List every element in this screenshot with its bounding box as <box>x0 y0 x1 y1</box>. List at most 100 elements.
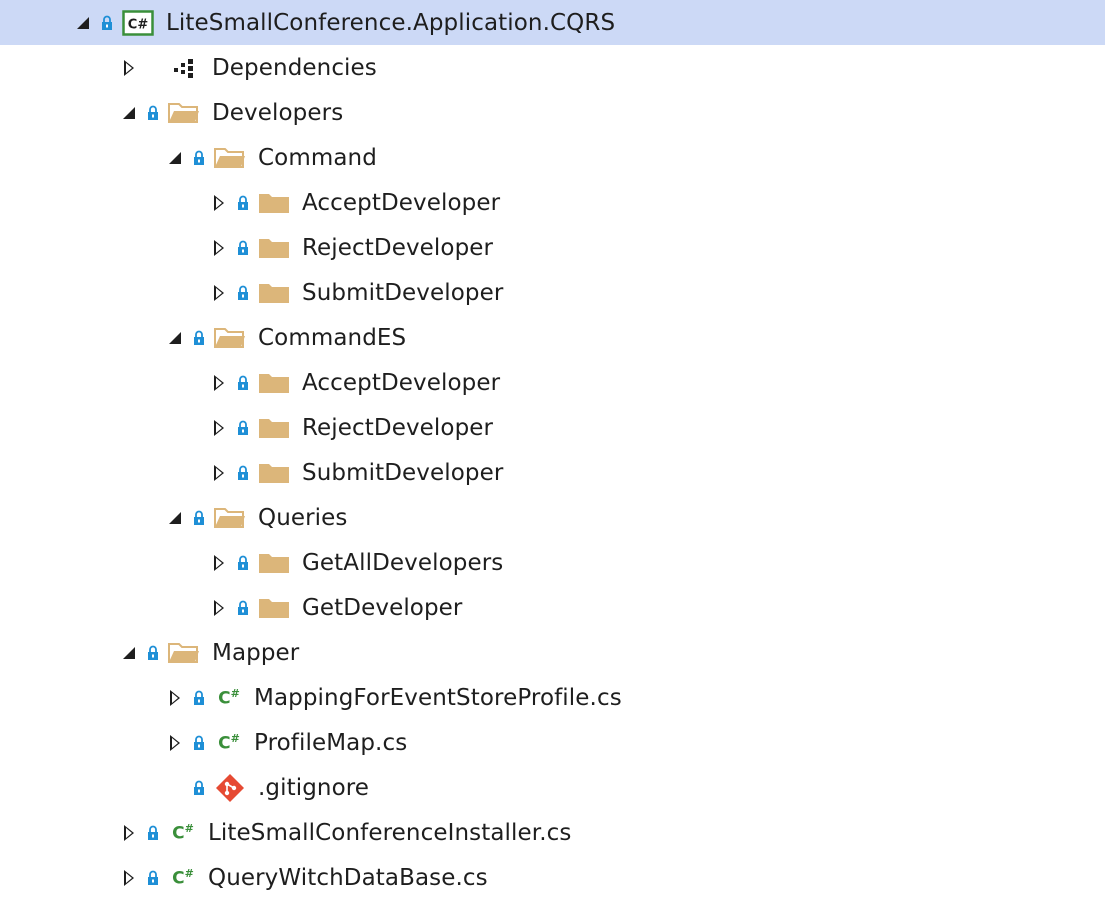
lock-icon <box>146 630 160 675</box>
tree-item[interactable]: CommandES <box>0 315 1105 360</box>
collapsed-arrow-icon[interactable] <box>208 180 230 225</box>
collapsed-arrow-icon[interactable] <box>208 450 230 495</box>
folder-icon <box>258 360 290 405</box>
csharp-file-icon: C# <box>218 731 240 754</box>
collapsed-arrow-icon[interactable] <box>118 45 140 90</box>
tree-item-label: LiteSmallConference.Application.CQRS <box>166 9 616 36</box>
lock-icon <box>192 315 206 360</box>
tree-item-label: SubmitDeveloper <box>302 459 504 486</box>
expanded-arrow-icon[interactable] <box>118 90 140 135</box>
tree-item[interactable]: Command <box>0 135 1105 180</box>
solution-explorer-tree: C# LiteSmallConference.Application.CQRS De… <box>0 0 1105 900</box>
lock-icon <box>236 360 250 405</box>
collapsed-arrow-icon[interactable] <box>118 810 140 855</box>
tree-item[interactable]: .gitignore <box>0 765 1105 810</box>
collapsed-arrow-icon[interactable] <box>208 585 230 630</box>
expanded-arrow-icon[interactable] <box>164 135 186 180</box>
expanded-arrow-icon[interactable] <box>164 315 186 360</box>
tree-item-label: RejectDeveloper <box>302 234 494 261</box>
tree-item[interactable]: Developers <box>0 90 1105 135</box>
tree-item-label: RejectDeveloper <box>302 414 494 441</box>
tree-item[interactable]: Queries <box>0 495 1105 540</box>
tree-item-label: QueryWitchDataBase.cs <box>208 864 488 891</box>
tree-item-label: .gitignore <box>258 774 370 801</box>
tree-item-label: AcceptDeveloper <box>302 369 501 396</box>
tree-item-label: Queries <box>258 504 348 531</box>
tree-item[interactable]: C# LiteSmallConferenceInstaller.cs <box>0 810 1105 855</box>
folder-icon <box>258 225 290 270</box>
tree-item-label: GetDeveloper <box>302 594 463 621</box>
tree-item[interactable]: RejectDeveloper <box>0 225 1105 270</box>
collapsed-arrow-icon[interactable] <box>208 540 230 585</box>
lock-icon <box>192 495 206 540</box>
tree-item[interactable]: Mapper <box>0 630 1105 675</box>
collapsed-arrow-icon[interactable] <box>208 270 230 315</box>
folder-icon <box>258 180 290 225</box>
expanded-arrow-icon[interactable] <box>164 495 186 540</box>
tree-item-label: AcceptDeveloper <box>302 189 501 216</box>
dependencies-icon <box>168 45 200 90</box>
tree-item[interactable]: AcceptDeveloper <box>0 360 1105 405</box>
tree-item-label: LiteSmallConferenceInstaller.cs <box>208 819 572 846</box>
collapsed-arrow-icon[interactable] <box>208 360 230 405</box>
tree-item-label: Command <box>258 144 377 171</box>
folder-open-icon <box>214 315 246 360</box>
folder-icon <box>258 270 290 315</box>
folder-icon <box>258 585 290 630</box>
lock-placeholder <box>146 45 160 90</box>
tree-item-label: ProfileMap.cs <box>254 729 408 756</box>
tree-item-label: Dependencies <box>212 54 377 81</box>
lock-icon <box>236 585 250 630</box>
expanded-arrow-icon[interactable] <box>118 630 140 675</box>
folder-open-icon <box>214 495 246 540</box>
lock-icon <box>146 855 160 900</box>
tree-item[interactable]: GetDeveloper <box>0 585 1105 630</box>
lock-icon <box>192 135 206 180</box>
tree-item[interactable]: C# LiteSmallConference.Application.CQRS <box>0 0 1105 45</box>
collapsed-arrow-icon[interactable] <box>208 405 230 450</box>
svg-text:C#: C# <box>128 17 149 32</box>
folder-open-icon <box>168 90 200 135</box>
csharp-file-icon: C# <box>218 686 240 709</box>
collapsed-arrow-icon[interactable] <box>118 855 140 900</box>
tree-item-label: Developers <box>212 99 344 126</box>
tree-item[interactable]: SubmitDeveloper <box>0 450 1105 495</box>
lock-icon <box>236 180 250 225</box>
lock-icon <box>236 225 250 270</box>
collapsed-arrow-icon[interactable] <box>164 720 186 765</box>
tree-item[interactable]: Dependencies <box>0 45 1105 90</box>
tree-item-label: CommandES <box>258 324 407 351</box>
tree-item[interactable]: C# QueryWitchDataBase.cs <box>0 855 1105 900</box>
tree-item[interactable]: C# MappingForEventStoreProfile.cs <box>0 675 1105 720</box>
lock-icon <box>100 0 114 45</box>
folder-icon <box>258 405 290 450</box>
folder-icon <box>258 540 290 585</box>
lock-icon <box>192 720 206 765</box>
expander-placeholder <box>164 765 186 810</box>
tree-item-label: GetAllDevelopers <box>302 549 504 576</box>
lock-icon <box>236 270 250 315</box>
tree-item[interactable]: SubmitDeveloper <box>0 270 1105 315</box>
tree-item[interactable]: AcceptDeveloper <box>0 180 1105 225</box>
folder-icon <box>258 450 290 495</box>
collapsed-arrow-icon[interactable] <box>208 225 230 270</box>
git-icon <box>214 765 246 810</box>
lock-icon <box>146 90 160 135</box>
tree-item[interactable]: RejectDeveloper <box>0 405 1105 450</box>
tree-item-label: SubmitDeveloper <box>302 279 504 306</box>
expanded-arrow-icon[interactable] <box>72 0 94 45</box>
lock-icon <box>192 765 206 810</box>
folder-open-icon <box>168 630 200 675</box>
folder-open-icon <box>214 135 246 180</box>
tree-item-label: Mapper <box>212 639 300 666</box>
lock-icon <box>146 810 160 855</box>
tree-item-label: MappingForEventStoreProfile.cs <box>254 684 622 711</box>
collapsed-arrow-icon[interactable] <box>164 675 186 720</box>
csharp-file-icon: C# <box>172 821 194 844</box>
tree-item[interactable]: GetAllDevelopers <box>0 540 1105 585</box>
csharp-file-icon: C# <box>172 866 194 889</box>
csharp-project-icon: C# <box>122 0 154 45</box>
lock-icon <box>192 675 206 720</box>
lock-icon <box>236 405 250 450</box>
tree-item[interactable]: C# ProfileMap.cs <box>0 720 1105 765</box>
